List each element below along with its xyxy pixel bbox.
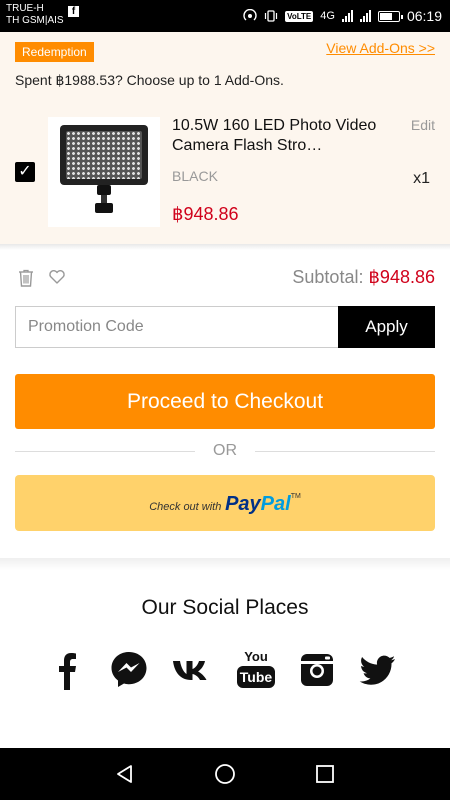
android-nav-bar [0, 748, 450, 800]
social-title: Our Social Places [141, 596, 309, 619]
twitter-icon[interactable] [358, 648, 398, 692]
clock: 06:19 [406, 8, 442, 24]
hotspot-icon [243, 9, 257, 21]
led-panel-graphic [60, 125, 148, 185]
youtube-icon[interactable]: You Tube [236, 648, 276, 692]
messenger-icon[interactable] [109, 648, 149, 692]
carrier-line-1: TRUE-H [6, 3, 44, 14]
paypal-prefix: Check out with [149, 501, 222, 513]
item-select-checkbox[interactable]: ✓ [15, 162, 35, 182]
signal-icon [341, 10, 353, 22]
battery-icon [377, 10, 403, 22]
promotion-code-input[interactable] [15, 306, 339, 348]
back-icon[interactable] [113, 762, 137, 786]
hot-shoe-mount-graphic [95, 185, 113, 215]
status-icons: VoLTE 4G 06:19 [243, 6, 442, 26]
redemption-section: Redemption View Add-Ons >> Spent ฿1988.5… [0, 32, 450, 244]
section-divider [0, 244, 450, 250]
paypal-trademark: TM [290, 493, 301, 500]
section-divider-2 [0, 558, 450, 570]
product-image[interactable] [48, 117, 160, 227]
edit-item-link[interactable]: Edit [411, 117, 435, 133]
carrier-label: TRUE-H TH GSM|AIS [6, 3, 64, 27]
paypal-logo: PayPal [225, 493, 291, 515]
paypal-logo-pay: Pay [225, 493, 261, 515]
network-type-label: 4G [320, 10, 335, 22]
proceed-to-checkout-button[interactable]: Proceed to Checkout [15, 374, 435, 429]
social-icons-row: You Tube [0, 648, 450, 692]
redemption-badge: Redemption [15, 42, 94, 62]
trash-icon[interactable] [16, 268, 36, 288]
facebook-notification-icon: f [68, 6, 79, 17]
product-title[interactable]: 10.5W 160 LED Photo Video Camera Flash S… [172, 116, 387, 156]
paypal-checkout-button[interactable]: Check out with PayPalTM [15, 475, 435, 531]
home-icon[interactable] [213, 762, 237, 786]
carrier-line-2: TH GSM|AIS [6, 15, 64, 26]
or-divider: OR [15, 440, 435, 462]
subtotal-amount: ฿948.86 [368, 267, 435, 287]
status-bar: TRUE-H TH GSM|AIS f VoLTE 4G 06:19 [0, 0, 450, 32]
wishlist-heart-icon[interactable] [48, 268, 66, 286]
product-price: ฿948.86 [172, 204, 239, 224]
volte-badge: VoLTE [285, 10, 314, 22]
instagram-icon[interactable] [297, 648, 337, 692]
recents-icon[interactable] [313, 762, 337, 786]
product-variant: BLACK [172, 168, 218, 184]
paypal-logo-pal: Pal [260, 493, 291, 515]
apply-promo-button[interactable]: Apply [338, 306, 435, 348]
youtube-icon-tube: Tube [237, 666, 275, 688]
facebook-icon[interactable] [48, 648, 88, 692]
product-quantity: x1 [413, 170, 430, 187]
subtotal-label: Subtotal: [292, 267, 364, 287]
subtotal: Subtotal: ฿948.86 [292, 267, 435, 288]
view-addons-link[interactable]: View Add-Ons >> [326, 40, 435, 56]
vibrate-icon [265, 10, 278, 22]
signal-icon-2 [359, 10, 371, 22]
youtube-icon-you: You [244, 649, 268, 664]
spent-message: Spent ฿1988.53? Choose up to 1 Add-Ons. [15, 72, 284, 88]
vk-icon[interactable] [172, 648, 212, 692]
